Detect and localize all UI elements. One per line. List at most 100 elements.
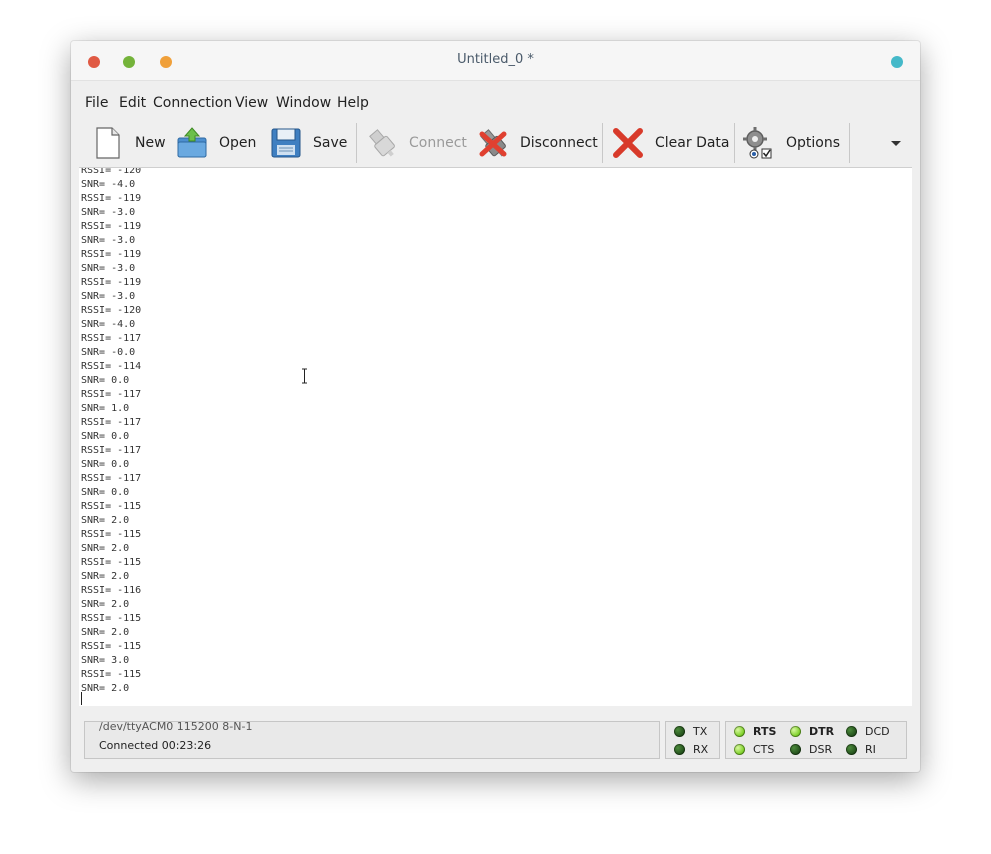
terminal-line: RSSI= -119 bbox=[81, 277, 142, 288]
terminal-line: RSSI= -115 bbox=[81, 529, 142, 540]
clear-data-button[interactable]: Clear Data bbox=[611, 123, 730, 163]
tx-label: TX bbox=[693, 725, 708, 738]
disconnect-button[interactable]: Disconnect bbox=[476, 123, 598, 163]
terminal-line: SNR= 2.0 bbox=[81, 571, 130, 582]
dtr-indicator[interactable]: DTR bbox=[790, 725, 834, 738]
rts-indicator[interactable]: RTS bbox=[734, 725, 776, 738]
terminal-line: RSSI= -119 bbox=[81, 193, 142, 204]
terminal-line: SNR= 2.0 bbox=[81, 543, 130, 554]
text-caret bbox=[81, 692, 82, 705]
menu-view[interactable]: View bbox=[235, 95, 268, 111]
terminal-line: SNR= 2.0 bbox=[81, 599, 130, 610]
open-folder-icon bbox=[177, 127, 207, 158]
terminal-line: SNR= 0.0 bbox=[81, 375, 130, 386]
terminal-line: RSSI= -119 bbox=[81, 249, 142, 260]
save-button[interactable]: Save bbox=[269, 123, 347, 163]
terminal-line: RSSI= -115 bbox=[81, 557, 142, 568]
app-window: Untitled_0 * File Edit Connection View W… bbox=[71, 41, 920, 772]
dsr-label: DSR bbox=[809, 743, 833, 756]
rx-indicator: RX bbox=[674, 743, 708, 756]
dsr-indicator: DSR bbox=[790, 743, 832, 756]
terminal-line: RSSI= -117 bbox=[81, 473, 142, 484]
dtr-label: DTR bbox=[809, 725, 835, 738]
terminal-line: SNR= 0.0 bbox=[81, 487, 130, 498]
ri-led-icon bbox=[846, 744, 857, 755]
toolbar-separator bbox=[602, 123, 603, 163]
dtr-led-icon bbox=[790, 726, 801, 737]
terminal-line: RSSI= -117 bbox=[81, 417, 142, 428]
menu-edit[interactable]: Edit bbox=[119, 95, 146, 111]
cts-led-icon bbox=[734, 744, 745, 755]
terminal-line: RSSI= -120 bbox=[81, 305, 142, 316]
terminal-line: SNR= 2.0 bbox=[81, 627, 130, 638]
new-button[interactable]: New bbox=[91, 123, 166, 163]
toolbar-separator bbox=[356, 123, 357, 163]
rts-led-icon bbox=[734, 726, 745, 737]
connect-button[interactable]: Connect bbox=[365, 123, 467, 163]
terminal-line: RSSI= -115 bbox=[81, 641, 142, 652]
terminal-line: RSSI= -117 bbox=[81, 333, 142, 344]
menu-window[interactable]: Window bbox=[276, 95, 331, 111]
terminal-line: SNR= -3.0 bbox=[81, 291, 136, 302]
menu-help[interactable]: Help bbox=[337, 95, 369, 111]
signal-led-panel: RTS CTS DTR DSR DCD RI bbox=[725, 721, 907, 759]
save-disk-icon bbox=[271, 128, 301, 158]
menu-connection[interactable]: Connection bbox=[153, 95, 232, 111]
port-settings-text: /dev/ttyACM0 115200 8-N-1 bbox=[99, 720, 253, 733]
connect-button-label: Connect bbox=[409, 135, 467, 151]
disconnect-plug-icon bbox=[479, 129, 507, 157]
terminal-line: SNR= -4.0 bbox=[81, 319, 136, 330]
terminal-line: RSSI= -116 bbox=[81, 585, 142, 596]
rts-label: RTS bbox=[753, 725, 777, 738]
status-bar: /dev/ttyACM0 115200 8-N-1 Connected 00:2… bbox=[79, 707, 912, 759]
usb-plug-icon bbox=[369, 129, 395, 157]
terminal-line: SNR= -3.0 bbox=[81, 207, 136, 218]
window-extra-button[interactable] bbox=[891, 56, 903, 68]
terminal-line: RSSI= -114 bbox=[81, 361, 142, 372]
terminal-line: SNR= -4.0 bbox=[81, 179, 136, 190]
terminal-text: RSSI= -120 SNR= -4.0 RSSI= -119 SNR= -3.0 RS… bbox=[81, 168, 141, 696]
terminal-line: SNR= 0.0 bbox=[81, 459, 130, 470]
options-button-label: Options bbox=[786, 135, 841, 151]
clear-x-icon bbox=[613, 128, 643, 158]
ri-indicator: RI bbox=[846, 743, 876, 756]
toolbar-overflow-chevron-icon[interactable] bbox=[885, 133, 907, 153]
options-gear-icon bbox=[743, 127, 772, 159]
ri-label: RI bbox=[865, 743, 876, 756]
terminal-line: SNR= 2.0 bbox=[81, 683, 130, 694]
connected-time-text: Connected 00:23:26 bbox=[99, 739, 212, 752]
dsr-led-icon bbox=[790, 744, 801, 755]
terminal-line: SNR= 1.0 bbox=[81, 403, 130, 414]
terminal-line: RSSI= -119 bbox=[81, 221, 142, 232]
terminal-line: SNR= -3.0 bbox=[81, 263, 136, 274]
title-bar: Untitled_0 * bbox=[71, 41, 920, 81]
toolbar-separator bbox=[734, 123, 735, 163]
clear-data-button-label: Clear Data bbox=[655, 135, 730, 151]
menu-bar: File Edit Connection View Window Help bbox=[79, 89, 912, 117]
new-button-label: New bbox=[135, 135, 166, 151]
terminal-line: SNR= 0.0 bbox=[81, 431, 130, 442]
window-title: Untitled_0 * bbox=[457, 52, 534, 67]
dcd-label: DCD bbox=[865, 725, 890, 738]
terminal-line: RSSI= -117 bbox=[81, 389, 142, 400]
dcd-indicator: DCD bbox=[846, 725, 890, 738]
dcd-led-icon bbox=[846, 726, 857, 737]
cts-label: CTS bbox=[753, 743, 775, 756]
terminal-line: SNR= 2.0 bbox=[81, 515, 130, 526]
toolbar: New Open Save Connect Disconnect Clear D… bbox=[79, 119, 912, 168]
tx-rx-led-panel: TX RX bbox=[665, 721, 720, 759]
save-button-label: Save bbox=[313, 135, 348, 151]
options-button[interactable]: Options bbox=[742, 123, 840, 163]
ibeam-cursor-icon bbox=[302, 368, 307, 384]
terminal-line: RSSI= -120 bbox=[81, 168, 142, 176]
terminal-line: SNR= -3.0 bbox=[81, 235, 136, 246]
toolbar-separator bbox=[849, 123, 850, 163]
disconnect-button-label: Disconnect bbox=[520, 135, 598, 151]
open-button[interactable]: Open bbox=[175, 123, 256, 163]
terminal-line: RSSI= -115 bbox=[81, 613, 142, 624]
rx-label: RX bbox=[693, 743, 709, 756]
menu-file[interactable]: File bbox=[85, 95, 108, 111]
open-button-label: Open bbox=[219, 135, 257, 151]
terminal-output[interactable]: RSSI= -120 SNR= -4.0 RSSI= -119 SNR= -3.0 RS… bbox=[79, 168, 912, 706]
cts-indicator: CTS bbox=[734, 743, 774, 756]
